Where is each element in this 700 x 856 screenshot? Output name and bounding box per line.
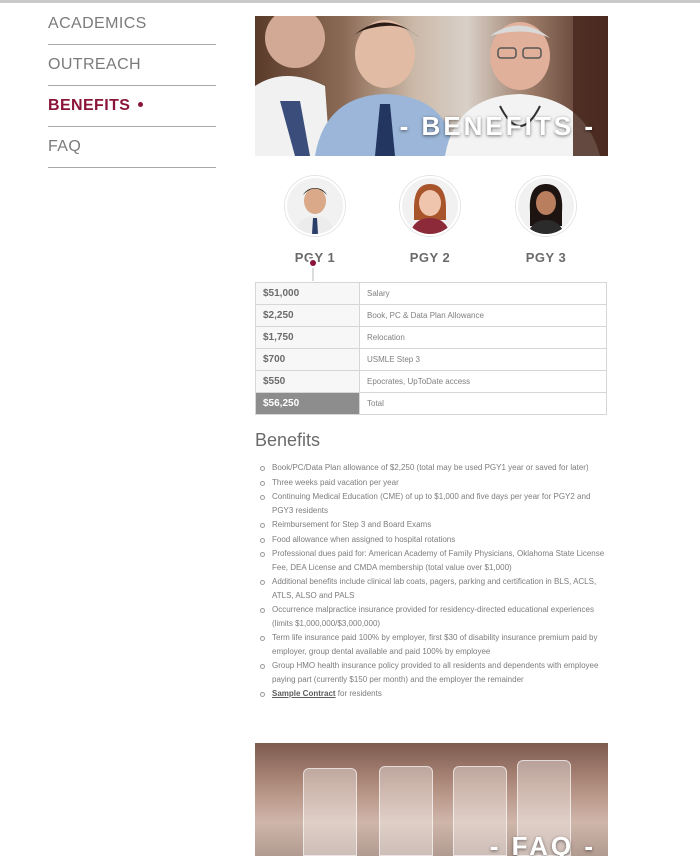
resident-avatar-icon bbox=[402, 178, 458, 234]
table-row: $550 Epocrates, UpToDate access bbox=[255, 370, 607, 393]
pgy-label: PGY 3 bbox=[525, 250, 567, 265]
hero-title: - BENEFITS - bbox=[399, 111, 596, 141]
jar-illustration bbox=[303, 768, 357, 856]
list-item: Professional dues paid for: American Aca… bbox=[255, 547, 607, 574]
nav-item-label: OUTREACH bbox=[48, 56, 141, 73]
sample-contract-link[interactable]: Sample Contract bbox=[272, 689, 336, 698]
resident-avatar-icon bbox=[287, 178, 343, 234]
pgy-option-2[interactable]: PGY 2 bbox=[395, 176, 465, 265]
nav-item-benefits[interactable]: BENEFITS bbox=[48, 86, 216, 127]
description-cell: Salary bbox=[359, 282, 607, 305]
description-cell: Epocrates, UpToDate access bbox=[359, 370, 607, 393]
nav-item-faq[interactable]: FAQ bbox=[48, 127, 216, 168]
avatar bbox=[400, 176, 460, 236]
sidebar-nav: ACADEMICS OUTREACH BENEFITS FAQ bbox=[48, 4, 216, 168]
total-row: $56,250 Total bbox=[255, 392, 607, 415]
amount-cell: $2,250 bbox=[255, 304, 360, 327]
table-row: $51,000 Salary bbox=[255, 282, 607, 305]
amount-cell: $51,000 bbox=[255, 282, 360, 305]
pgy-label: PGY 2 bbox=[409, 250, 451, 265]
jar-illustration bbox=[379, 766, 433, 856]
avatar bbox=[285, 176, 345, 236]
nav-item-outreach[interactable]: OUTREACH bbox=[48, 45, 216, 86]
faq-banner-title: - FAQ - bbox=[489, 831, 596, 856]
list-item: Food allowance when assigned to hospital… bbox=[255, 533, 607, 547]
list-item: Three weeks paid vacation per year bbox=[255, 476, 607, 490]
nav-item-label: BENEFITS bbox=[48, 97, 131, 114]
amount-cell: $700 bbox=[255, 348, 360, 371]
list-item: Occurrence malpractice insurance provide… bbox=[255, 603, 607, 630]
total-amount-cell: $56,250 bbox=[255, 392, 360, 415]
salary-table: $51,000 Salary $2,250 Book, PC & Data Pl… bbox=[255, 282, 607, 415]
contract-suffix: for residents bbox=[335, 689, 382, 698]
pgy-option-1[interactable]: PGY 1 bbox=[280, 176, 350, 265]
list-item: Book/PC/Data Plan allowance of $2,250 (t… bbox=[255, 461, 607, 475]
list-item: Reimbursement for Step 3 and Board Exams bbox=[255, 518, 607, 532]
benefits-list: Book/PC/Data Plan allowance of $2,250 (t… bbox=[255, 461, 607, 702]
amount-cell: $550 bbox=[255, 370, 360, 393]
benefits-heading: Benefits bbox=[255, 430, 321, 450]
description-cell: USMLE Step 3 bbox=[359, 348, 607, 371]
resident-avatar-icon bbox=[518, 178, 574, 234]
description-cell: Book, PC & Data Plan Allowance bbox=[359, 304, 607, 327]
nav-item-academics[interactable]: ACADEMICS bbox=[48, 4, 216, 45]
list-item: Continuing Medical Education (CME) of up… bbox=[255, 490, 607, 517]
avatar bbox=[516, 176, 576, 236]
description-cell: Relocation bbox=[359, 326, 607, 349]
active-indicator-dot bbox=[138, 102, 144, 108]
list-item: Additional benefits include clinical lab… bbox=[255, 575, 607, 602]
nav-item-label: FAQ bbox=[48, 138, 82, 155]
pgy-option-3[interactable]: PGY 3 bbox=[511, 176, 581, 265]
table-row: $1,750 Relocation bbox=[255, 326, 607, 349]
top-border bbox=[0, 0, 700, 3]
benefits-hero-image: - BENEFITS - bbox=[255, 16, 608, 156]
amount-cell: $1,750 bbox=[255, 326, 360, 349]
faq-banner-image: - FAQ - bbox=[255, 743, 608, 856]
list-item: Sample Contract for residents bbox=[255, 687, 607, 701]
nav-item-label: ACADEMICS bbox=[48, 15, 147, 32]
list-item: Group HMO health insurance policy provid… bbox=[255, 659, 607, 686]
pgy-selection-indicator bbox=[310, 260, 316, 266]
list-item: Term life insurance paid 100% by employe… bbox=[255, 631, 607, 658]
total-label-cell: Total bbox=[359, 392, 607, 415]
table-row: $2,250 Book, PC & Data Plan Allowance bbox=[255, 304, 607, 327]
table-row: $700 USMLE Step 3 bbox=[255, 348, 607, 371]
